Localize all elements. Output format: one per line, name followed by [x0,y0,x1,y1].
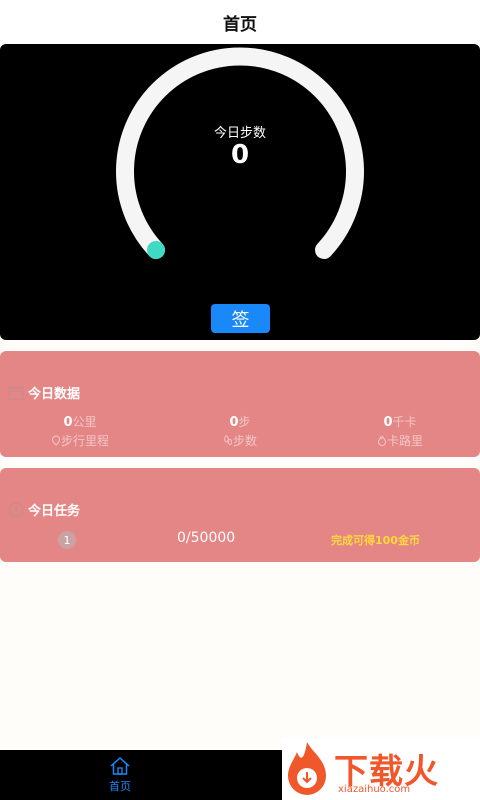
today-data-header: 今日数据 [8,383,80,402]
location-icon [51,435,60,446]
stat-steps-value: 0 [229,415,239,430]
flame-logo-icon [288,742,326,795]
step-count-label: 今日步数 [213,126,266,141]
stat-steps-unit: 步 [238,415,251,429]
top-nav-bar: 首页 [0,0,480,44]
today-task-title: 今日任务 [28,504,81,519]
tab-home-label: 首页 [109,780,131,793]
stat-steps: 0步 步数 [160,413,320,449]
task-progress: 0/50000 [177,530,236,546]
task-row: 1 0/50000 完成可得100金币 [0,530,480,550]
fire-icon [377,435,386,446]
stat-calories: 0千卡 卡路里 [320,413,480,449]
today-stats: 0公里 步行里程 0步 步数 0千卡 卡路里 [0,413,480,449]
today-task-card: 今日任务 1 0/50000 完成可得100金币 [0,468,480,562]
gauge-progress-dot [147,241,165,259]
stat-calories-label: 卡路里 [386,434,423,448]
page-title: 首页 [223,14,257,35]
step-gauge [116,47,364,259]
stat-distance-label: 步行里程 [60,434,109,448]
stat-calories-value: 0 [383,415,393,430]
today-data-title: 今日数据 [28,387,81,402]
task-badge: 1 [58,531,76,549]
step-count-value: 0 [230,140,250,170]
step-gauge-card: 今日步数 0 签 [0,44,480,340]
stat-calories-unit: 千卡 [392,415,417,429]
footprint-icon [224,435,233,446]
stat-distance-value: 0 [63,415,73,430]
today-task-header: 今日任务 [8,500,80,519]
home-icon [110,757,130,775]
tab-home[interactable]: 首页 [90,750,150,800]
clock-icon [8,502,24,517]
stat-distance: 0公里 步行里程 [0,413,160,449]
watermark-logo: 下载火 xiazaihuo.com [282,738,480,800]
task-reward[interactable]: 完成可得100金币 [331,532,420,548]
sign-in-button[interactable]: 签 [211,304,270,333]
watermark-url: xiazaihuo.com [338,784,411,795]
today-data-card: 今日数据 0公里 步行里程 0步 步数 0千卡 卡路里 [0,351,480,457]
calendar-icon [8,385,24,400]
stat-steps-label: 步数 [232,434,257,448]
stat-distance-unit: 公里 [72,415,97,429]
